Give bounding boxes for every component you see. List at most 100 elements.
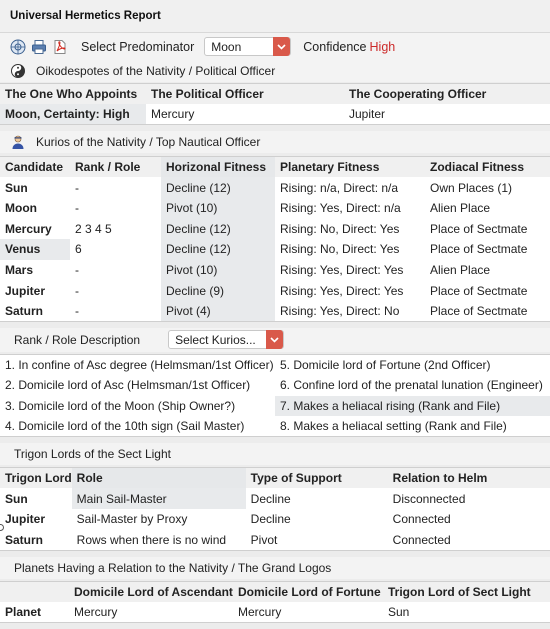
captain-icon — [10, 134, 26, 150]
rank-section: Rank / Role Description Select Kurios... — [0, 327, 550, 352]
table-cell: Rising: No, Direct: Yes — [280, 242, 400, 257]
column-header[interactable]: Candidate — [0, 156, 70, 178]
table-header-row: Trigon Lord Role Type of Support Relatio… — [0, 467, 550, 489]
table-cell: - — [75, 180, 79, 195]
trigon-section: Trigon Lords of the Sect Light — [0, 443, 550, 466]
column-header[interactable]: Domicile Lord of Fortune — [233, 581, 383, 602]
column-header[interactable]: The One Who Appoints — [0, 83, 146, 105]
table-cell: Rising: Yes, Direct: No — [280, 303, 400, 318]
table-row[interactable]: Sun - Decline (12) Rising: n/a, Direct: … — [0, 177, 550, 198]
table-header-row: Domicile Lord of Ascendant Domicile Lord… — [0, 581, 550, 602]
table-row[interactable]: Mars - Pivot (10) Rising: Yes, Direct: Y… — [0, 259, 550, 281]
table-cell: Sun — [5, 491, 28, 506]
oikodespotes-heading: Oikodespotes of the Nativity / Political… — [36, 64, 276, 78]
table-cell: Rising: Yes, Direct: Yes — [280, 262, 404, 277]
table-cell: Moon — [5, 201, 37, 216]
table-row[interactable]: Planet Mercury Mercury Sun — [0, 602, 550, 623]
confidence-value: High — [369, 39, 396, 54]
table-cell: - — [75, 303, 79, 318]
rank-item: 2. Domicile lord of Asc (Helmsman/1st Of… — [5, 378, 251, 393]
table-cell: Moon, Certainty: High — [0, 104, 146, 125]
table-row[interactable]: Jupiter Sail-Master by Proxy Decline Con… — [0, 509, 550, 530]
table-cell: Sail-Master by Proxy — [76, 512, 188, 527]
table-cell: Decline — [250, 491, 291, 506]
kurios-select-value: Select Kurios... — [175, 332, 256, 347]
table-cell: Sun — [5, 180, 28, 195]
table-row: 2. Domicile lord of Asc (Helmsman/1st Of… — [0, 375, 550, 396]
table-cell: Disconnected — [392, 491, 466, 506]
column-header[interactable]: Horizonal Fitness — [161, 156, 275, 178]
table-cell: Decline (9) — [161, 280, 275, 301]
table-cell: Connected — [392, 512, 451, 527]
kurios-section: Kurios of the Nativity / Top Nautical Of… — [0, 131, 550, 154]
table-cell: Pivot — [250, 532, 278, 547]
table-cell: Mars — [5, 262, 34, 277]
table-cell: Rising: No, Direct: Yes — [280, 221, 400, 236]
kurios-select[interactable]: Select Kurios... — [168, 330, 285, 350]
table-cell: Place of Sectmate — [430, 283, 528, 298]
table-row[interactable]: Saturn Rows when there is no wind Pivot … — [0, 530, 550, 551]
column-header[interactable]: Role — [71, 467, 246, 489]
column-header[interactable]: Planetary Fitness — [275, 156, 425, 178]
table-cell: Alien Place — [430, 201, 491, 216]
table-cell: Venus — [0, 239, 70, 260]
table-cell: - — [75, 201, 79, 216]
oikodespotes-section: Oikodespotes of the Nativity / Political… — [0, 60, 550, 82]
table-cell: Decline (12) — [161, 239, 275, 260]
column-header[interactable]: Zodiacal Fitness — [425, 156, 550, 178]
table-cell: Planet — [5, 604, 42, 619]
table-cell: Mercury — [238, 604, 282, 619]
table-row[interactable]: Sun Main Sail-Master Decline Disconnecte… — [0, 488, 550, 509]
table-cell: Connected — [392, 532, 451, 547]
column-header[interactable]: Type of Support — [245, 467, 388, 489]
pdf-icon[interactable] — [52, 39, 68, 55]
trigon-table: Trigon Lord Role Type of Support Relatio… — [0, 467, 550, 551]
table-row: 1. In confine of Asc degree (Helmsman/1s… — [0, 354, 550, 375]
rank-item: 3. Domicile lord of the Moon (Ship Owner… — [5, 398, 236, 413]
column-header — [0, 581, 69, 602]
chart-wheel-icon[interactable] — [10, 39, 26, 55]
table-header-row: The One Who Appoints The Political Offic… — [0, 83, 550, 105]
table-row: 3. Domicile lord of the Moon (Ship Owner… — [0, 395, 550, 417]
chevron-down-icon — [266, 330, 284, 350]
table-row[interactable]: Venus 6 Decline (12) Rising: No, Direct:… — [0, 239, 550, 260]
table-row[interactable]: Jupiter - Decline (9) Rising: Yes, Direc… — [0, 280, 550, 301]
table-cell: Pivot (10) — [161, 259, 275, 281]
table-row[interactable]: Saturn - Pivot (4) Rising: Yes, Direct: … — [0, 300, 550, 322]
table-cell: Place of Sectmate — [430, 242, 528, 257]
table-cell: - — [75, 283, 79, 298]
column-header[interactable]: The Cooperating Officer — [344, 83, 550, 105]
predominator-select[interactable]: Moon — [204, 37, 292, 56]
window-title: Universal Hermetics Report — [0, 0, 550, 33]
column-header[interactable]: Rank / Role — [70, 156, 161, 178]
column-header[interactable]: Relation to Helm — [387, 467, 550, 489]
table-cell: Sun — [388, 604, 410, 619]
column-header[interactable]: Trigon Lord — [0, 467, 72, 489]
table-cell: Place of Sectmate — [430, 221, 528, 236]
table-cell: Mercury — [74, 604, 118, 619]
logos-heading: Planets Having a Relation to the Nativit… — [14, 560, 332, 575]
logos-table: Domicile Lord of Ascendant Domicile Lord… — [0, 580, 550, 623]
column-header[interactable]: Domicile Lord of Ascendant — [69, 581, 233, 602]
column-header[interactable]: The Political Officer — [146, 83, 344, 105]
table-row[interactable]: Mercury 2 3 4 5 Decline (12) Rising: No,… — [0, 218, 550, 240]
rank-item: 4. Domicile lord of the 10th sign (Sail … — [5, 419, 245, 434]
table-cell: Jupiter — [5, 283, 46, 298]
table-cell: Rising: n/a, Direct: n/a — [280, 180, 399, 195]
table-cell: Alien Place — [430, 262, 491, 277]
table-cell: Saturn — [5, 532, 44, 547]
table-cell: Decline (12) — [161, 218, 275, 240]
table-row[interactable]: Moon - Pivot (10) Rising: Yes, Direct: n… — [0, 197, 550, 219]
logos-section: Planets Having a Relation to the Nativit… — [0, 556, 550, 579]
table-cell: Rising: Yes, Direct: n/a — [280, 201, 401, 216]
table-row[interactable]: Moon, Certainty: High Mercury Jupiter — [0, 104, 550, 125]
column-header[interactable]: Trigon Lord of Sect Light — [383, 581, 550, 602]
predominator-label: Select Predominator — [81, 39, 195, 54]
table-cell: Pivot (4) — [161, 300, 275, 322]
table-cell: 6 — [75, 242, 82, 257]
oikodespotes-table: The One Who Appoints The Political Offic… — [0, 83, 550, 126]
print-icon[interactable] — [31, 39, 47, 55]
rank-heading: Rank / Role Description — [14, 332, 141, 347]
table-header-row: Candidate Rank / Role Horizonal Fitness … — [0, 156, 550, 178]
table-cell: Rising: Yes, Direct: Yes — [280, 283, 404, 298]
